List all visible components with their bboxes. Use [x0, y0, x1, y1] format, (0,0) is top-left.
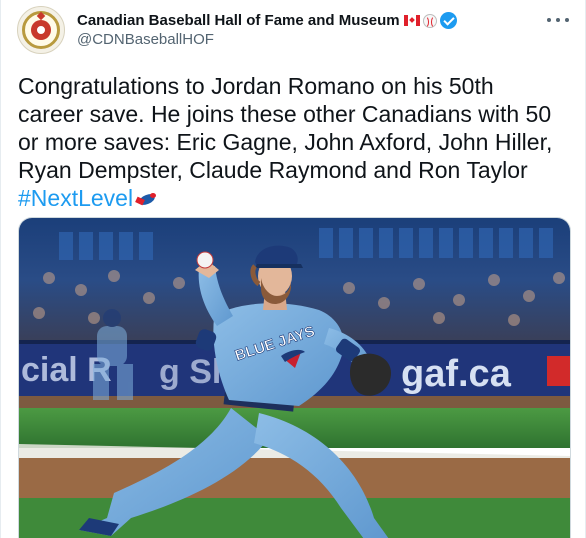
account-handle[interactable]: @CDNBaseballHOF [77, 30, 457, 49]
blue-jays-hashflag-icon [135, 189, 159, 209]
baseball-icon [36, 25, 46, 35]
baseball-emoji-icon [422, 13, 437, 28]
tweet-photo[interactable]: cial R g Shin gaf.ca BLUE JAYS [18, 217, 571, 538]
hashtag-link[interactable]: #NextLevel [18, 185, 133, 211]
signage-right: gaf.ca [401, 353, 512, 395]
tweet-body: Congratulations to Jordan Romano on his … [18, 73, 553, 183]
account-names: Canadian Baseball Hall of Fame and Museu… [77, 11, 457, 49]
more-options-icon[interactable] [547, 10, 569, 30]
pitcher-photo: cial R g Shin gaf.ca BLUE JAYS [19, 218, 570, 538]
tweet-text: Congratulations to Jordan Romano on his … [18, 72, 563, 212]
canada-flag-icon [403, 15, 420, 26]
tweet-card: Canadian Baseball Hall of Fame and Museu… [0, 0, 586, 538]
tweet-header: Canadian Baseball Hall of Fame and Museu… [17, 6, 569, 54]
display-name[interactable]: Canadian Baseball Hall of Fame and Museu… [77, 11, 400, 30]
infield-dirt [19, 458, 570, 498]
verified-badge-icon [439, 12, 457, 29]
display-name-row[interactable]: Canadian Baseball Hall of Fame and Museu… [77, 11, 457, 30]
avatar[interactable] [17, 6, 65, 54]
baseball [196, 251, 214, 269]
